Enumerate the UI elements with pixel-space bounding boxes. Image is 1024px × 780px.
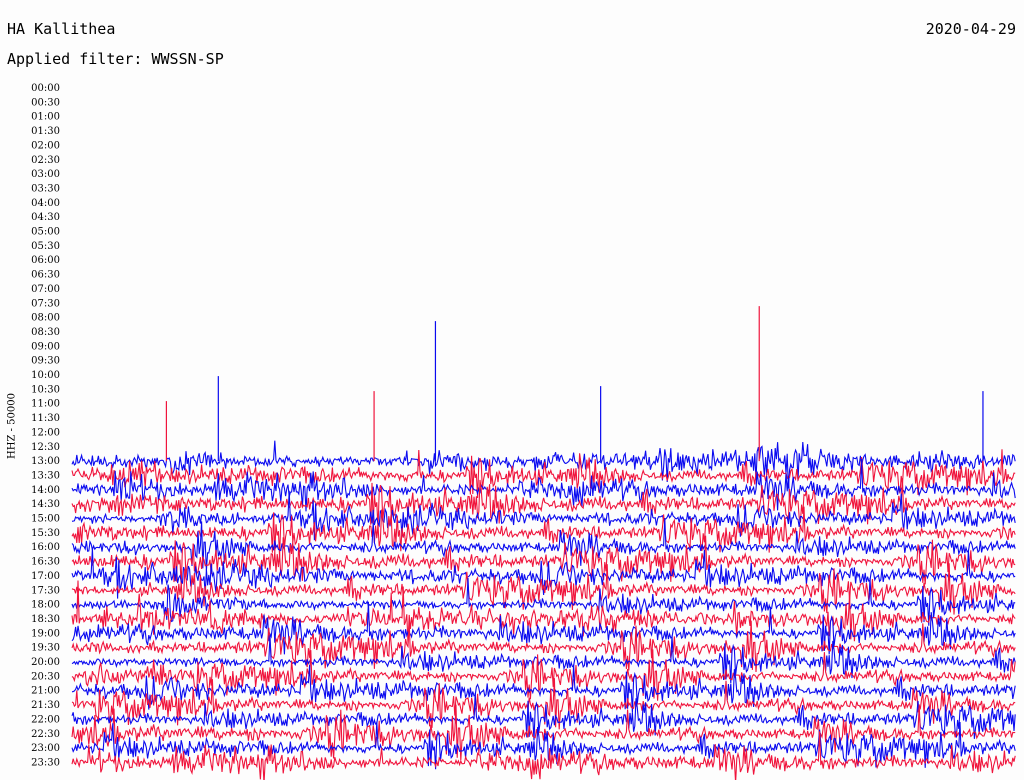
y-tick-label: 18:00 [31, 600, 60, 611]
trace-line [71, 678, 1016, 730]
y-tick-label: 15:00 [31, 514, 60, 525]
y-tick-label: 16:30 [31, 557, 60, 568]
y-tick-label: 06:30 [31, 270, 60, 281]
y-tick-label: 11:00 [31, 399, 60, 410]
y-tick-label: 02:30 [31, 155, 60, 166]
y-tick-label: 10:00 [31, 370, 60, 381]
y-tick-label: 10:30 [31, 384, 60, 395]
y-tick-label: 01:00 [31, 112, 60, 123]
y-tick-label: 23:30 [31, 757, 60, 768]
y-tick-label: 09:30 [31, 356, 60, 367]
y-tick-label: 16:00 [31, 542, 60, 553]
y-tick-label: 22:00 [31, 714, 60, 725]
helicorder-plot: 00:00 00:30 01:00 01:30 02:00 02:30 03:00 03:30… [31, 83, 1016, 780]
y-tick-label: 03:30 [31, 183, 60, 194]
y-tick-label: 00:00 [31, 83, 60, 94]
y-tick-label: 01:30 [31, 126, 60, 137]
y-tick-label: 19:00 [31, 628, 60, 639]
seismic-traces [71, 306, 1016, 780]
y-tick-label: 12:00 [31, 427, 60, 438]
y-tick-label: 19:30 [31, 643, 60, 654]
y-tick-label: 21:30 [31, 700, 60, 711]
y-tick-label: 05:30 [31, 241, 60, 252]
y-tick-label: 15:30 [31, 528, 60, 539]
y-tick-label: 11:30 [31, 413, 60, 424]
y-tick-label: 20:30 [31, 671, 60, 682]
y-tick-label: 13:00 [31, 456, 60, 467]
y-tick-label: 02:00 [31, 140, 60, 151]
y-tick-label: 23:00 [31, 743, 60, 754]
y-tick-label: 14:30 [31, 499, 60, 510]
trace-line [71, 635, 1016, 684]
y-tick-label: 04:30 [31, 212, 60, 223]
y-tick-label: 03:00 [31, 169, 60, 180]
y-tick-label: 17:30 [31, 585, 60, 596]
y-tick-label: 21:00 [31, 686, 60, 697]
y-tick-label: 22:30 [31, 729, 60, 740]
y-tick-label: 05:00 [31, 227, 60, 238]
y-tick-label: 17:00 [31, 571, 60, 582]
y-tick-label: 07:00 [31, 284, 60, 295]
y-tick-label: 09:00 [31, 341, 60, 352]
y-tick-label: 13:30 [31, 470, 60, 481]
y-tick-label: 08:30 [31, 327, 60, 338]
y-tick-label: 00:30 [31, 97, 60, 108]
y-tick-label: 20:00 [31, 657, 60, 668]
y-tick-label: 18:30 [31, 614, 60, 625]
y-tick-label: 14:00 [31, 485, 60, 496]
y-tick-label: 08:00 [31, 313, 60, 324]
y-tick-label: 04:00 [31, 198, 60, 209]
y-tick-label: 06:00 [31, 255, 60, 266]
trace-line [71, 535, 1016, 587]
y-tick-label: 07:30 [31, 298, 60, 309]
time-axis: 00:00 00:30 01:00 01:30 02:00 02:30 03:00 03:30… [31, 83, 60, 768]
y-tick-label: 12:30 [31, 442, 60, 453]
